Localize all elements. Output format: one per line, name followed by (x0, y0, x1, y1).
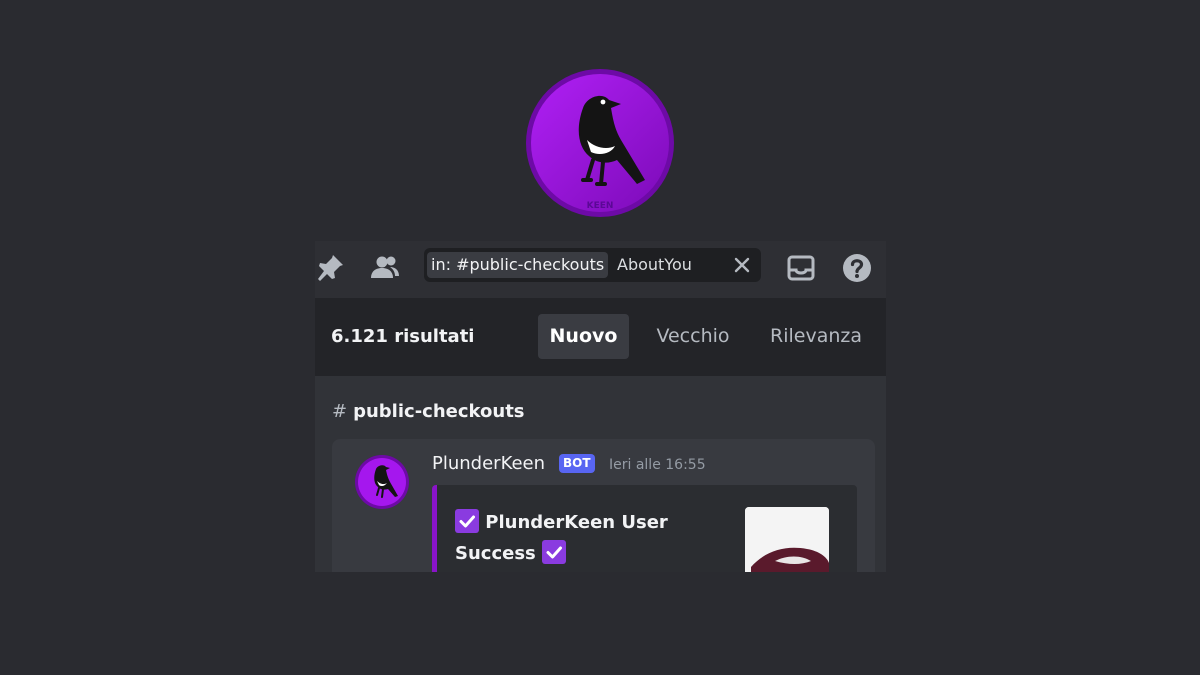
plunderkeen-logo: KEEN (525, 68, 675, 218)
channel-toolbar: in: #public-checkouts AboutYou (315, 241, 886, 298)
close-icon[interactable] (731, 254, 753, 276)
channel-header[interactable]: # public-checkouts (332, 401, 525, 422)
embed-title: PlunderKeen User Success (455, 507, 715, 569)
checkbox-check-icon (542, 540, 567, 564)
results-count: 6.121 risultati (331, 326, 475, 347)
checkbox-check-icon (455, 509, 479, 533)
message-author[interactable]: PlunderKeen (432, 453, 545, 474)
search-input[interactable]: in: #public-checkouts AboutYou (424, 248, 761, 282)
message-timestamp: Ieri alle 16:55 (609, 457, 706, 473)
message-embed: PlunderKeen User Success (432, 485, 857, 572)
tab-sort-newest[interactable]: Nuovo (538, 314, 629, 359)
embed-title-line2: Success (455, 543, 536, 564)
help-icon[interactable] (840, 251, 874, 285)
search-result-message[interactable]: PlunderKeen BOT Ieri alle 16:55 PlunderK… (332, 439, 875, 572)
search-query-text[interactable]: AboutYou (617, 252, 692, 278)
inbox-icon[interactable] (784, 251, 818, 285)
results-header: 6.121 risultati Nuovo Vecchio Rilevanza (315, 298, 886, 376)
members-icon[interactable] (368, 251, 402, 285)
avatar[interactable] (355, 455, 409, 509)
sneaker-image[interactable] (745, 507, 829, 572)
search-results-panel: in: #public-checkouts AboutYou 6.121 ris… (315, 241, 886, 572)
pin-icon[interactable] (315, 251, 347, 285)
channel-name[interactable]: public-checkouts (353, 401, 524, 422)
logo-wordmark: KEEN (587, 201, 614, 211)
bot-badge: BOT (559, 454, 595, 473)
search-filter-chip[interactable]: in: #public-checkouts (427, 252, 609, 278)
magpie-bird-icon: KEEN (526, 69, 674, 217)
tab-sort-relevance[interactable]: Rilevanza (761, 314, 871, 359)
hashtag-icon: # (332, 401, 348, 422)
tab-sort-oldest[interactable]: Vecchio (646, 314, 740, 359)
embed-title-line1: PlunderKeen User (485, 512, 668, 533)
